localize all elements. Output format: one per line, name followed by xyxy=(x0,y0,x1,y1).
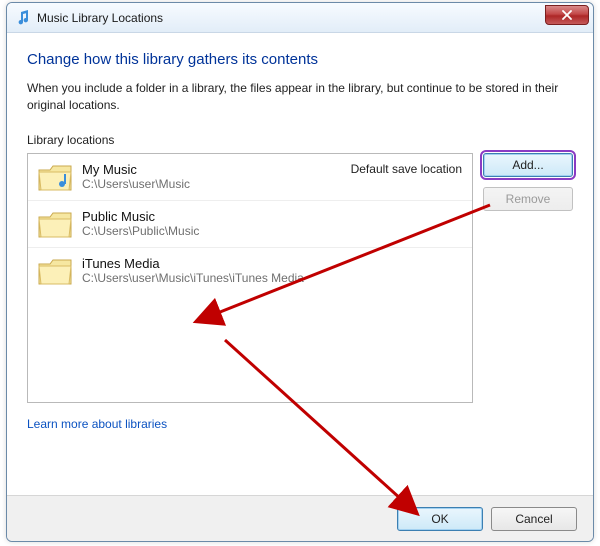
titlebar: Music Library Locations xyxy=(7,3,593,33)
window-title: Music Library Locations xyxy=(37,11,163,25)
folder-icon xyxy=(38,256,72,286)
folder-icon xyxy=(38,209,72,239)
music-note-icon xyxy=(15,10,31,26)
description-text: When you include a folder in a library, … xyxy=(27,80,573,115)
close-icon xyxy=(561,10,573,20)
folder-music-icon xyxy=(38,162,72,192)
ok-button[interactable]: OK xyxy=(397,507,483,531)
location-path: C:\Users\user\Music\iTunes\iTunes Media xyxy=(82,271,304,285)
location-item[interactable]: iTunes Media C:\Users\user\Music\iTunes\… xyxy=(28,248,472,294)
location-path: C:\Users\user\Music xyxy=(82,177,190,191)
dialog-footer: OK Cancel xyxy=(7,495,593,541)
location-path: C:\Users\Public\Music xyxy=(82,224,199,238)
page-heading: Change how this library gathers its cont… xyxy=(27,51,573,68)
section-label: Library locations xyxy=(27,133,573,147)
default-save-tag: Default save location xyxy=(351,162,462,176)
location-name: iTunes Media xyxy=(82,256,304,271)
location-name: Public Music xyxy=(82,209,199,224)
remove-button: Remove xyxy=(483,187,573,211)
add-button[interactable]: Add... xyxy=(483,153,573,177)
cancel-button[interactable]: Cancel xyxy=(491,507,577,531)
location-name: My Music xyxy=(82,162,190,177)
learn-more-link[interactable]: Learn more about libraries xyxy=(27,417,167,431)
location-item[interactable]: My Music C:\Users\user\Music Default sav… xyxy=(28,154,472,201)
library-locations-list[interactable]: My Music C:\Users\user\Music Default sav… xyxy=(27,153,473,403)
dialog-content: Change how this library gathers its cont… xyxy=(7,33,593,445)
dialog-window: Music Library Locations Change how this … xyxy=(6,2,594,542)
close-button[interactable] xyxy=(545,5,589,25)
location-item[interactable]: Public Music C:\Users\Public\Music xyxy=(28,201,472,248)
